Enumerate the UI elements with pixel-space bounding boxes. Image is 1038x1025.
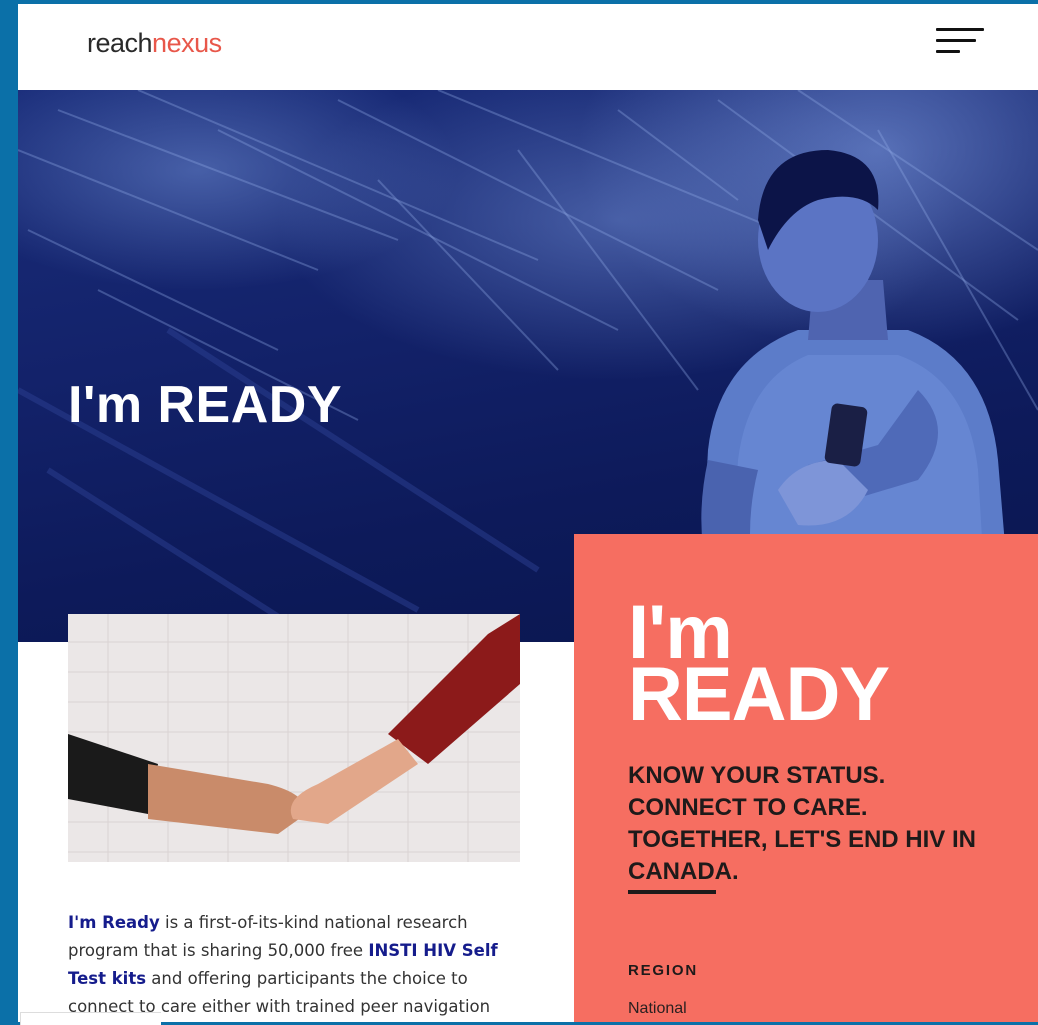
region-value: National bbox=[628, 1000, 687, 1017]
handshake-image bbox=[68, 614, 520, 862]
site-header: reachnexus bbox=[18, 4, 1038, 90]
page-frame: reachnexus I'm READY I'm Ready is a firs… bbox=[18, 4, 1038, 1022]
menu-line bbox=[936, 50, 960, 53]
wordmark-line2: READY bbox=[628, 652, 890, 738]
card-divider bbox=[628, 890, 716, 894]
menu-line bbox=[936, 39, 976, 42]
region-label: REGION bbox=[628, 962, 698, 979]
corner-widget bbox=[20, 1012, 161, 1025]
program-info-card: I'm READY KNOW YOUR STATUS. CONNECT TO C… bbox=[574, 534, 1038, 1022]
menu-line bbox=[936, 28, 984, 31]
logo-reach-text: reach bbox=[87, 28, 153, 58]
intro-paragraph: I'm Ready is a first-of-its-kind nationa… bbox=[68, 909, 528, 1023]
hamburger-menu-icon[interactable] bbox=[932, 26, 986, 60]
reachnexus-logo[interactable]: reachnexus bbox=[87, 28, 222, 59]
card-tagline: KNOW YOUR STATUS. CONNECT TO CARE. TOGET… bbox=[628, 762, 976, 885]
im-ready-link[interactable]: I'm Ready bbox=[68, 913, 160, 932]
im-ready-wordmark: I'm READY bbox=[628, 594, 890, 738]
hero-title: I'm READY bbox=[68, 375, 343, 434]
logo-nexus-text: nexus bbox=[152, 28, 222, 58]
